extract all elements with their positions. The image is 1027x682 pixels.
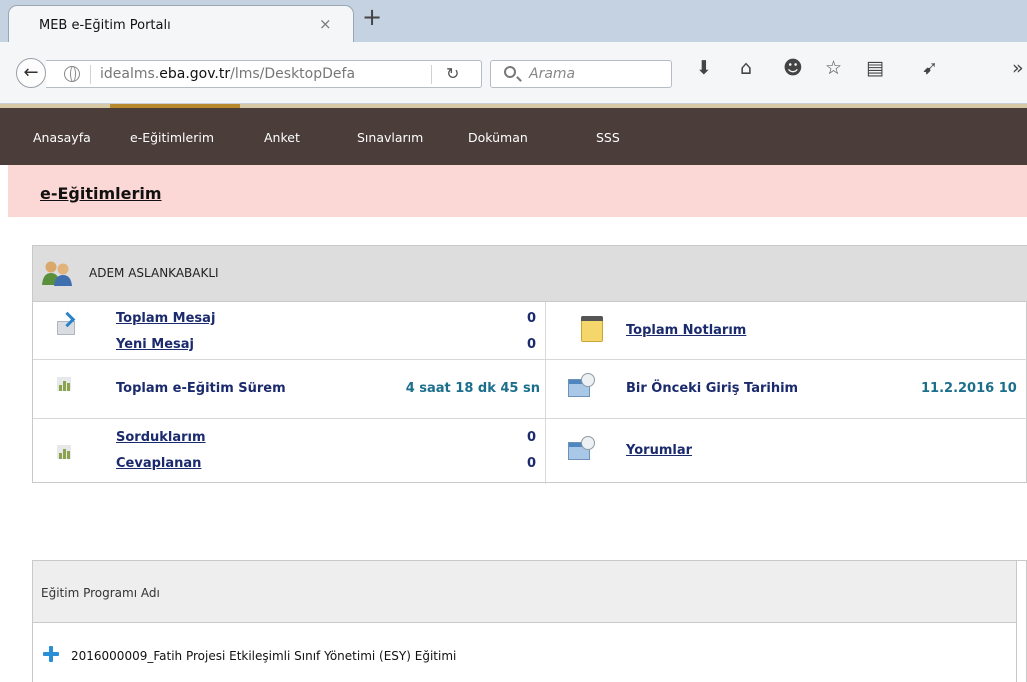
nav-faq[interactable]: SSS xyxy=(596,130,620,145)
bar-chart-icon xyxy=(57,377,71,391)
divider xyxy=(431,65,432,84)
training-time-value: 4 saat 18 dk 45 sn xyxy=(405,381,540,396)
panel-header: ADEM ASLANKABAKLI xyxy=(33,246,1027,302)
nav-my-trainings[interactable]: e-Eğitimlerim xyxy=(130,130,214,145)
address-bar[interactable]: idealms.eba.gov.tr/lms/DesktopDefa ↻ xyxy=(46,60,482,88)
answered-count: 0 xyxy=(526,456,536,471)
bookmark-star-icon[interactable]: ☆ xyxy=(825,58,842,78)
nav-exams[interactable]: Sınavlarım xyxy=(357,130,423,145)
training-time-label: Toplam e-Eğitim Sürem xyxy=(116,381,286,396)
message-icon xyxy=(57,321,75,335)
tab-close-icon[interactable]: × xyxy=(319,15,332,33)
previous-login-label: Bir Önceki Giriş Tarihim xyxy=(626,381,799,396)
site-nav: Anasayfa e-Eğitimlerim Anket Sınavlarım … xyxy=(0,108,1027,165)
column-header-program-name[interactable]: Eğitim Programı Adı xyxy=(41,586,160,600)
bar-chart-icon xyxy=(57,445,71,459)
overflow-icon[interactable]: » xyxy=(1012,58,1024,78)
divider xyxy=(90,65,91,84)
total-messages-link[interactable]: Toplam Mesaj xyxy=(116,311,215,326)
download-icon[interactable]: ⬇ xyxy=(696,58,712,78)
globe-icon xyxy=(64,66,80,82)
browser-tab[interactable]: MEB e-Eğitim Portalı × xyxy=(8,5,354,43)
training-program-table: Eğitim Programı Adı 2016000009_Fatih Pro… xyxy=(32,560,1027,682)
table-header: Eğitim Programı Adı xyxy=(33,561,1017,623)
tab-title: MEB e-Eğitim Portalı xyxy=(39,18,171,33)
users-icon xyxy=(42,261,72,286)
column-divider xyxy=(545,302,546,484)
home-icon[interactable]: ⌂ xyxy=(740,58,752,78)
reading-list-icon[interactable]: ▤ xyxy=(866,58,884,78)
table-row[interactable]: 2016000009_Fatih Projesi Etkileşimli Sın… xyxy=(33,623,1017,682)
comments-link[interactable]: Yorumlar xyxy=(626,443,692,458)
calendar-clock-icon xyxy=(568,373,596,399)
row-divider xyxy=(33,359,1027,360)
new-messages-link[interactable]: Yeni Mesaj xyxy=(116,337,194,352)
url-domain: eba.gov.tr xyxy=(159,66,231,82)
back-button[interactable]: ← xyxy=(16,58,46,88)
page-title[interactable]: e-Eğitimlerim xyxy=(40,184,162,203)
program-name: 2016000009_Fatih Projesi Etkileşimli Sın… xyxy=(71,649,457,663)
answered-link[interactable]: Cevaplanan xyxy=(116,456,201,471)
hello-chat-icon[interactable]: ☻ xyxy=(783,58,803,78)
send-icon[interactable]: ➹ xyxy=(922,58,938,78)
calendar-clock-icon xyxy=(568,436,596,462)
search-icon xyxy=(504,66,516,78)
row-divider xyxy=(33,418,1027,419)
reload-icon[interactable]: ↻ xyxy=(446,64,459,83)
previous-login-value: 11.2.2016 10 xyxy=(921,381,1017,396)
total-messages-count: 0 xyxy=(526,311,536,326)
expand-plus-icon[interactable] xyxy=(43,646,59,662)
nav-home[interactable]: Anasayfa xyxy=(33,130,91,145)
my-notes-link[interactable]: Toplam Notlarım xyxy=(626,323,746,338)
browser-tab-bar: MEB e-Eğitim Portalı × + xyxy=(0,0,1027,43)
new-tab-icon[interactable]: + xyxy=(362,3,382,31)
asked-questions-link[interactable]: Sorduklarım xyxy=(116,430,206,445)
asked-questions-count: 0 xyxy=(526,430,536,445)
new-messages-count: 0 xyxy=(526,337,536,352)
search-input[interactable]: Arama xyxy=(490,60,672,88)
nav-survey[interactable]: Anket xyxy=(264,130,300,145)
search-placeholder: Arama xyxy=(529,66,576,82)
user-name: ADEM ASLANKABAKLI xyxy=(89,266,219,280)
url-text[interactable]: idealms.eba.gov.tr/lms/DesktopDefa xyxy=(100,66,420,82)
nav-documents[interactable]: Doküman xyxy=(468,130,528,145)
notepad-icon xyxy=(581,316,603,342)
user-summary-panel: ADEM ASLANKABAKLI Toplam Mesaj 0 Yeni Me… xyxy=(32,245,1027,484)
page-title-bar: e-Eğitimlerim xyxy=(8,165,1027,217)
